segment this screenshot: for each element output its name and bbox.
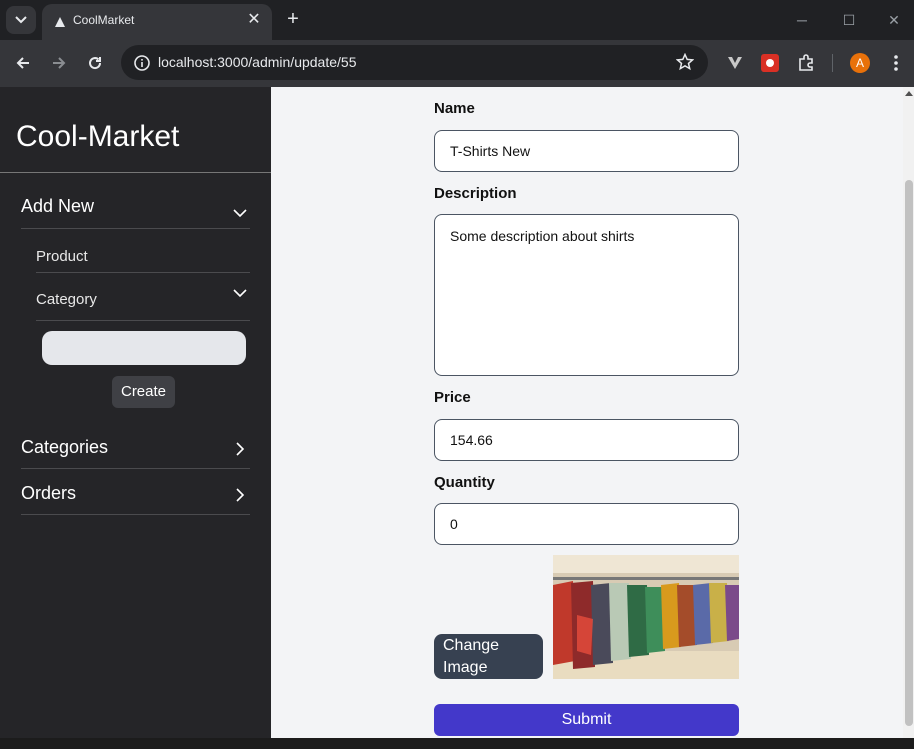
description-field[interactable]: Some description about shirts	[434, 214, 739, 376]
update-product-form: Name Description Some description about …	[271, 87, 903, 749]
url-text[interactable]: localhost:3000/admin/update/55	[158, 54, 356, 70]
sidebar-item-add-new[interactable]: Add New	[21, 191, 250, 229]
star-icon[interactable]	[676, 53, 694, 71]
sidebar-item-orders[interactable]: Orders	[21, 469, 250, 515]
close-window-button[interactable]: ✕	[880, 8, 908, 32]
new-tab-button[interactable]: +	[283, 8, 303, 30]
description-label: Description	[434, 185, 517, 202]
sidebar-item-label: Categories	[21, 437, 109, 457]
scroll-up-arrow-icon[interactable]	[905, 91, 913, 96]
brand-divider	[0, 172, 271, 173]
reload-icon	[89, 57, 102, 70]
chevron-down-icon	[15, 16, 27, 24]
submit-button[interactable]: Submit	[434, 704, 739, 736]
quantity-field[interactable]	[434, 503, 739, 545]
address-bar[interactable]: localhost:3000/admin/update/55	[121, 45, 708, 80]
price-label: Price	[434, 389, 471, 406]
chevron-right-icon	[236, 488, 245, 502]
page-scrollbar[interactable]	[903, 87, 914, 749]
chevron-right-icon	[236, 442, 245, 456]
quantity-label: Quantity	[434, 474, 495, 491]
name-field[interactable]	[434, 130, 739, 172]
puzzle-icon[interactable]	[796, 53, 816, 73]
tab-search-button[interactable]	[6, 6, 36, 34]
tab-close-icon[interactable]: ✕	[244, 10, 264, 30]
category-name-input[interactable]	[42, 331, 246, 365]
os-taskbar	[0, 738, 914, 749]
minimize-button[interactable]: ─	[788, 8, 816, 32]
tab-strip: CoolMarket ✕ + ─ ☐ ✕	[0, 0, 914, 40]
vpn-icon[interactable]	[725, 53, 745, 73]
reload-button[interactable]	[82, 50, 108, 76]
sidebar-subitem-product[interactable]: Product	[36, 229, 250, 273]
admin-sidebar: Cool-Market Add New Product Category Cre…	[0, 87, 271, 749]
maximize-button[interactable]: ☐	[835, 8, 863, 32]
sidebar-subitem-label: Product	[36, 248, 88, 265]
tab-coolmarket[interactable]: CoolMarket ✕	[42, 4, 272, 40]
sidebar-item-label: Add New	[21, 196, 95, 216]
product-image	[553, 555, 739, 679]
change-image-button[interactable]: Change Image	[434, 634, 543, 679]
browser-chrome: CoolMarket ✕ + ─ ☐ ✕ localhost:3000/admi…	[0, 0, 914, 87]
tab-title: CoolMarket	[73, 13, 135, 27]
chevron-down-icon	[233, 289, 247, 298]
kebab-menu-icon[interactable]	[886, 53, 906, 73]
sidebar-subitem-category[interactable]: Category	[36, 273, 250, 321]
scroll-thumb[interactable]	[905, 180, 913, 726]
triangle-icon	[55, 17, 65, 27]
arrow-left-icon	[16, 57, 29, 69]
extension-red-icon[interactable]	[760, 53, 780, 73]
create-category-button[interactable]: Create	[112, 376, 175, 408]
sidebar-item-label: Orders	[21, 483, 77, 503]
back-button[interactable]	[10, 50, 36, 76]
toolbar-divider	[832, 54, 833, 72]
info-icon[interactable]	[133, 54, 151, 72]
browser-toolbar: localhost:3000/admin/update/55 A	[0, 40, 914, 87]
name-label: Name	[434, 100, 475, 117]
profile-avatar[interactable]: A	[850, 53, 870, 73]
forward-button[interactable]	[46, 50, 72, 76]
price-field[interactable]	[434, 419, 739, 461]
brand-title: Cool-Market	[16, 120, 180, 153]
sidebar-item-categories[interactable]: Categories	[21, 423, 250, 469]
sidebar-subitem-label: Category	[36, 291, 97, 308]
arrow-right-icon	[53, 57, 66, 69]
chevron-down-icon	[233, 209, 247, 218]
